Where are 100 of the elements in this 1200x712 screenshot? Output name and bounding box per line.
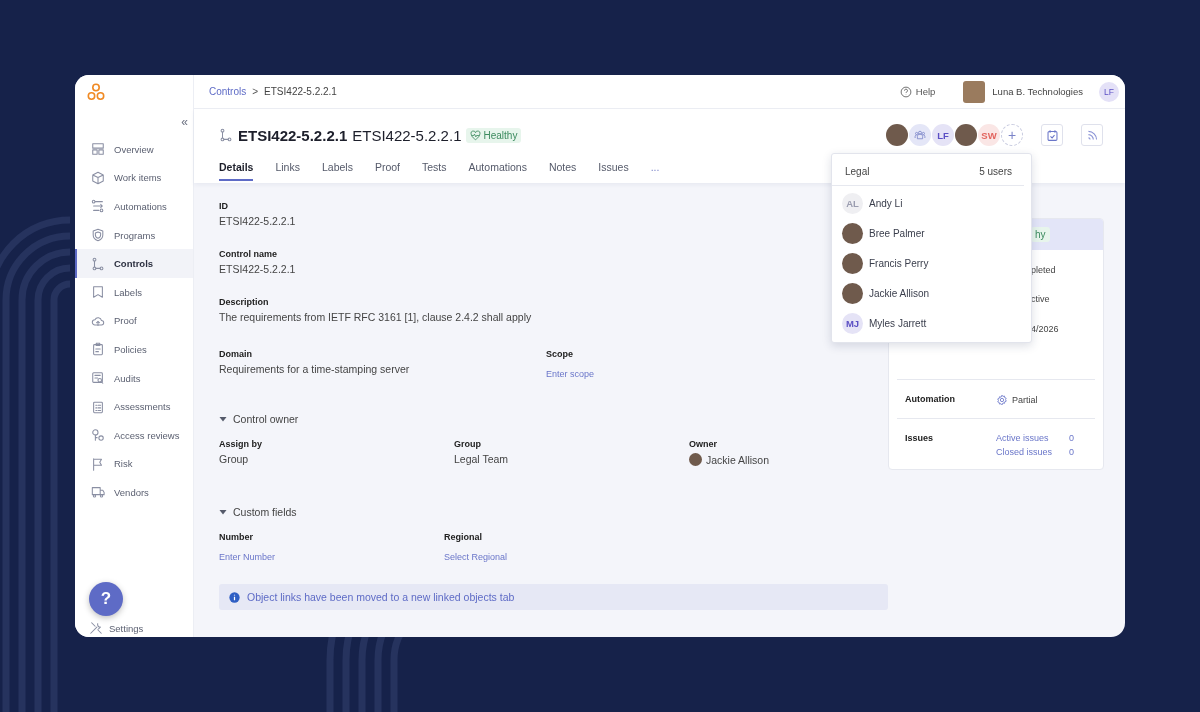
initials-avatar: MJ: [842, 312, 863, 334]
caret-icon: [219, 508, 227, 516]
sidebar-item[interactable]: Controls: [75, 249, 193, 278]
section-toggle[interactable]: Control owner: [219, 413, 888, 425]
flow-icon: [91, 199, 105, 214]
document-search-icon: [91, 371, 105, 386]
sidebar-item[interactable]: Proof: [75, 306, 193, 336]
user-name: Jackie Allison: [869, 287, 930, 299]
field-value: Requirements for a time-stamping server: [219, 363, 410, 375]
user-avatar[interactable]: LF: [1099, 81, 1119, 102]
tab[interactable]: Links: [275, 161, 300, 181]
tab[interactable]: Notes: [548, 161, 577, 181]
field-label: Description: [219, 297, 269, 307]
avatar-photo: [886, 124, 908, 146]
field-label: Owner: [689, 439, 717, 449]
avatar-photo: [842, 252, 863, 274]
grid-icon: [91, 142, 105, 157]
user-count: 5 users: [979, 166, 1012, 177]
add-button[interactable]: +: [1001, 124, 1023, 146]
info-text: Object links have been moved to a new linked objects tab: [247, 591, 515, 603]
summary-label: Automation: [905, 393, 956, 404]
field-label: ID: [219, 201, 228, 211]
avatar-photo: [842, 282, 863, 304]
summary-value: ctive: [1031, 294, 1050, 305]
calendar-check-button[interactable]: [1041, 124, 1063, 146]
sidebar-item[interactable]: Vendors: [75, 478, 193, 507]
summary-value: pleted: [1031, 264, 1056, 275]
field-label: Assign by: [219, 439, 262, 449]
field-label: Number: [219, 532, 253, 542]
sidebar-item[interactable]: Automations: [75, 192, 193, 221]
feed-button[interactable]: [1081, 124, 1103, 146]
issues-count: 0: [1069, 432, 1074, 443]
settings-button[interactable]: Settings: [89, 621, 193, 637]
field-value: Group: [219, 453, 249, 465]
sidebar-item[interactable]: Access reviews: [75, 420, 193, 450]
sidebar-item[interactable]: Risk: [75, 449, 193, 479]
tab[interactable]: Details: [219, 161, 254, 181]
field-value: ETSI422-5.2.2.1: [219, 215, 296, 227]
calendar-check-icon: [1045, 128, 1059, 142]
field-label: Regional: [444, 532, 482, 542]
logo-icon: [87, 83, 105, 101]
group-icon[interactable]: [909, 124, 931, 146]
caret-icon: [219, 415, 227, 423]
clipboard-icon: [91, 342, 105, 357]
field-label: Domain: [219, 349, 252, 359]
gear-icon: [996, 393, 1008, 406]
tab[interactable]: Labels: [321, 161, 353, 181]
initials-avatar: LF: [932, 124, 954, 146]
nodes-icon: [91, 256, 105, 271]
field-label: Scope: [546, 349, 573, 359]
key-people-icon: [91, 428, 105, 443]
sidebar-item[interactable]: Audits: [75, 363, 193, 393]
help-button[interactable]: ?: [89, 582, 123, 616]
shield-icon: [91, 228, 105, 243]
sidebar-item[interactable]: Programs: [75, 220, 193, 250]
avatar-photo: [842, 222, 863, 244]
status-badge: Healthy: [466, 127, 522, 143]
user-name: Bree Palmer: [869, 227, 925, 239]
field-value: The requirements from IETF RFC 3161 [1], clause 2.4.2 shall apply: [219, 311, 532, 323]
user-name: Myles Jarrett: [869, 317, 927, 329]
tab[interactable]: Automations: [468, 161, 527, 181]
section-toggle[interactable]: Custom fields: [219, 506, 888, 518]
info-icon: [229, 591, 240, 603]
nodes-icon: [219, 128, 233, 142]
sidebar-item[interactable]: Assessments: [75, 392, 193, 421]
sidebar-item[interactable]: Labels: [75, 277, 193, 307]
user-name: Andy Li: [869, 197, 903, 209]
owner-name: Jackie Allison: [706, 453, 770, 466]
cube-icon: [91, 170, 105, 185]
sidebar-item[interactable]: Work items: [75, 163, 193, 193]
tab[interactable]: Tests: [422, 161, 447, 181]
sidebar-item[interactable]: Overview: [75, 135, 193, 164]
summary-value: Partial: [1012, 394, 1038, 405]
avatar-photo: [689, 453, 702, 466]
control-name: ETSI422-5.2.2.1: [352, 126, 462, 144]
bookmark-icon: [91, 285, 105, 300]
breadcrumb-separator: >: [252, 86, 259, 97]
issues-link[interactable]: Active issues: [996, 432, 1069, 443]
help-icon: [899, 85, 912, 98]
tab[interactable]: Proof: [374, 161, 400, 181]
help-link[interactable]: Help: [893, 84, 942, 99]
issues-link[interactable]: Closed issues: [996, 446, 1069, 457]
field-link[interactable]: Enter Number: [219, 552, 276, 562]
organization-name[interactable]: Luna B. Technologies: [992, 86, 1083, 97]
breadcrumb-link[interactable]: Controls: [209, 86, 247, 97]
field-link[interactable]: Enter scope: [546, 369, 595, 379]
field-value: Legal Team: [454, 453, 509, 465]
checklist-icon: [91, 399, 105, 414]
field-link[interactable]: Select Regional: [444, 552, 508, 562]
feed-icon: [1085, 128, 1099, 142]
tab[interactable]: ...: [650, 161, 660, 181]
initials-avatar: AL: [842, 192, 863, 214]
organization-photo: [963, 80, 986, 103]
tab[interactable]: Issues: [598, 161, 629, 181]
flag-icon: [91, 456, 105, 471]
issues-count: 0: [1069, 446, 1074, 457]
collapse-button[interactable]: «: [181, 115, 188, 129]
sidebar-item[interactable]: Policies: [75, 335, 193, 364]
breadcrumb-current: ETSI422-5.2.2.1: [264, 86, 337, 97]
avatar-photo: [955, 124, 977, 146]
